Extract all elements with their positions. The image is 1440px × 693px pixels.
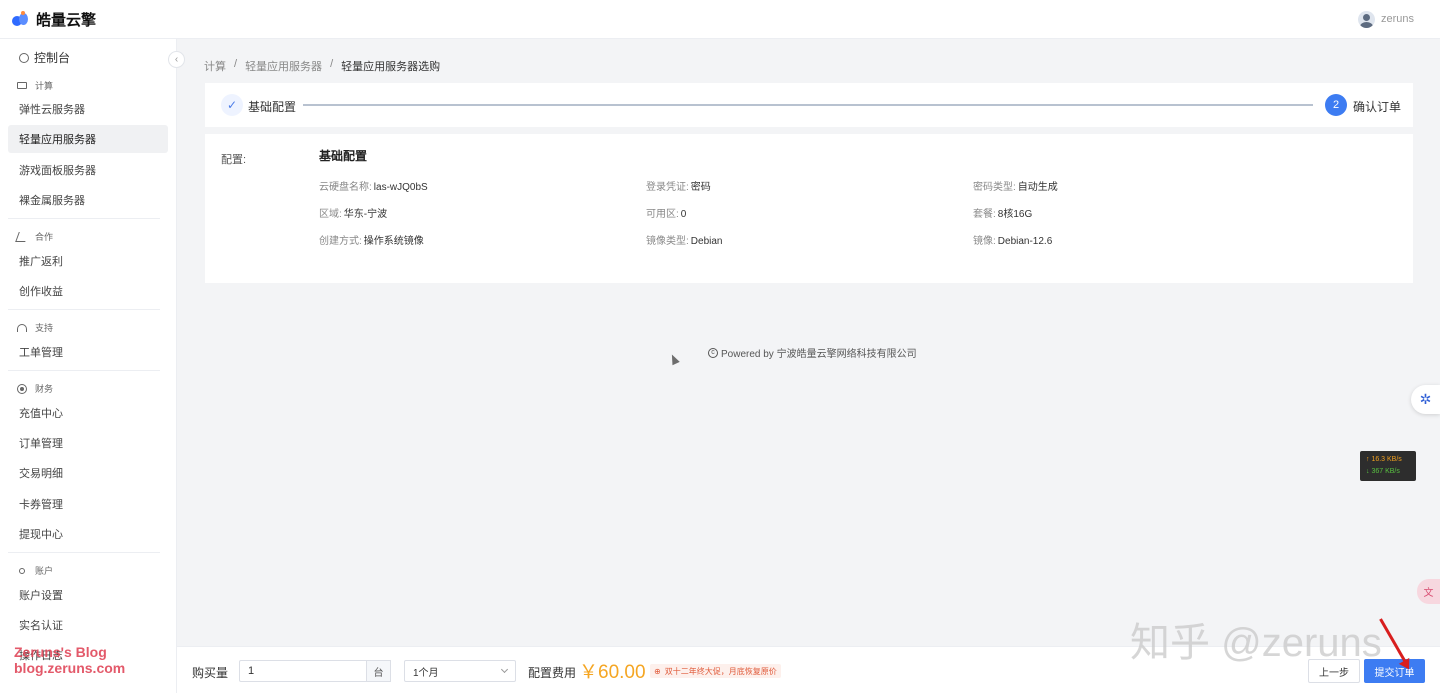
sidebar-item-orders[interactable]: 订单管理: [8, 429, 168, 457]
config-field-zone: 可用区: 0: [646, 209, 687, 220]
period-select[interactable]: 1个月: [404, 660, 516, 682]
promo-badge: ⊕ 双十二年终大促，月底恢复原价: [650, 664, 781, 678]
config-field-region: 区域: 华东-宁波: [319, 209, 388, 220]
brand[interactable]: 皓量云擎: [12, 9, 96, 30]
quantity-input[interactable]: [239, 660, 367, 682]
sidebar-item-account-settings[interactable]: 账户设置: [8, 581, 168, 609]
top-header: 皓量云擎 zeruns: [0, 0, 1440, 39]
breadcrumb-separator: /: [234, 58, 238, 70]
zhihu-watermark: 知乎 @zeruns: [1130, 621, 1382, 665]
breadcrumb-compute[interactable]: 计算: [204, 58, 226, 74]
sidebar-item-ecs[interactable]: 弹性云服务器: [8, 95, 168, 123]
sidebar-group-account: 账户: [17, 564, 53, 577]
sidebar-item-coupons[interactable]: 卡券管理: [8, 490, 168, 518]
config-label: 配置:: [221, 154, 247, 166]
config-field-credential: 登录凭证: 密码: [646, 182, 711, 193]
period-value: 1个月: [413, 667, 439, 679]
sidebar-group-finance: 财务: [17, 382, 53, 395]
check-icon: ✓: [221, 94, 243, 116]
config-field-image: 镜像: Debian-12.6: [973, 236, 1053, 247]
network-speed-widget: ↑ 16.3 KB/s ↓ 367 KB/s: [1360, 451, 1416, 481]
chevron-down-icon: [500, 665, 509, 674]
config-field-password-type: 密码类型: 自动生成: [973, 182, 1058, 193]
step-confirm-order: 确认订单: [1353, 100, 1402, 114]
brand-logo-icon: [12, 11, 28, 27]
brand-name: 皓量云擎: [36, 11, 97, 29]
ai-assistant-icon[interactable]: ✲: [1411, 385, 1440, 414]
quantity-unit: 台: [366, 660, 391, 682]
gift-icon: ⊕: [654, 666, 661, 676]
sidebar-item-dashboard[interactable]: 控制台: [19, 49, 70, 66]
fee-value: ￥60.00: [579, 662, 646, 683]
sidebar-item-bare-metal[interactable]: 裸金属服务器: [8, 186, 168, 214]
username: zeruns: [1380, 13, 1414, 25]
sidebar-group-compute: 计算: [17, 79, 53, 92]
config-field-image-type: 镜像类型: Debian: [646, 236, 723, 247]
monitor-icon: [17, 82, 27, 89]
translate-icon[interactable]: 文: [1417, 579, 1440, 604]
breadcrumb-separator: /: [330, 58, 334, 70]
avatar[interactable]: [1357, 10, 1375, 28]
headset-icon: [17, 323, 27, 332]
sidebar-group-support: 支持: [17, 321, 53, 334]
sidebar-item-game-panel-server[interactable]: 游戏面板服务器: [8, 156, 168, 184]
config-summary-card: 配置: 基础配置 云硬盘名称: las-wJQ0bS 登录凭证: 密码 密码类型: 自…: [205, 134, 1413, 283]
sidebar-item-transactions[interactable]: 交易明细: [8, 459, 168, 487]
powered-by: c Powered by 宁波皓量云擎网络科技有限公司: [708, 345, 917, 360]
sidebar-item-lightweight-server[interactable]: 轻量应用服务器: [8, 125, 168, 153]
breadcrumb-current: 轻量应用服务器选购: [341, 61, 441, 73]
breadcrumb: 计算 / 轻量应用服务器 / 轻量应用服务器选购: [204, 58, 440, 74]
step-number: 2: [1325, 94, 1347, 116]
mouse-cursor-icon: [668, 352, 680, 366]
sidebar-item-real-name[interactable]: 实名认证: [8, 611, 168, 639]
step-basic-config: 基础配置: [248, 100, 297, 114]
config-field-package: 套餐: 8核16G: [973, 209, 1033, 220]
step-connector: [303, 104, 1313, 106]
user-icon: [19, 567, 25, 574]
dashboard-icon: [19, 52, 29, 63]
sidebar-group-cooperation: 合作: [15, 230, 53, 243]
download-speed: ↓ 367 KB/s: [1366, 468, 1400, 475]
config-field-disk-name: 云硬盘名称: las-wJQ0bS: [319, 182, 428, 193]
order-steps: ✓ 基础配置 2 确认订单: [205, 83, 1413, 127]
config-title: 基础配置: [319, 149, 368, 163]
sidebar-item-tickets[interactable]: 工单管理: [8, 338, 168, 366]
user-menu[interactable]: zeruns: [1357, 10, 1414, 28]
collapse-sidebar-button[interactable]: ‹: [168, 51, 185, 68]
sidebar-item-referral[interactable]: 推广返利: [8, 247, 168, 275]
copyright-icon: c: [708, 347, 718, 358]
config-field-create-method: 创建方式: 操作系统镜像: [319, 236, 424, 247]
fee-label: 配置费用: [528, 666, 577, 680]
finance-icon: [17, 383, 27, 394]
sidebar-divider: [8, 552, 160, 553]
sidebar: ‹ 控制台 计算 弹性云服务器 轻量应用服务器 游戏面板服务器 裸金属服务器 合…: [0, 39, 185, 693]
sidebar-divider: [8, 309, 160, 310]
sidebar-item-creator-income[interactable]: 创作收益: [8, 277, 168, 305]
quantity-label: 购买量: [192, 666, 229, 680]
sidebar-divider: [8, 370, 160, 371]
sidebar-divider: [8, 218, 160, 219]
sidebar-item-withdraw[interactable]: 提现中心: [8, 520, 168, 548]
cooperation-icon: [15, 231, 29, 242]
sidebar-item-recharge[interactable]: 充值中心: [8, 399, 168, 427]
breadcrumb-lightweight-server[interactable]: 轻量应用服务器: [245, 58, 322, 74]
upload-speed: ↑ 16.3 KB/s: [1366, 456, 1402, 463]
blog-watermark: Zeruns's Blog blog.zeruns.com: [14, 644, 126, 676]
